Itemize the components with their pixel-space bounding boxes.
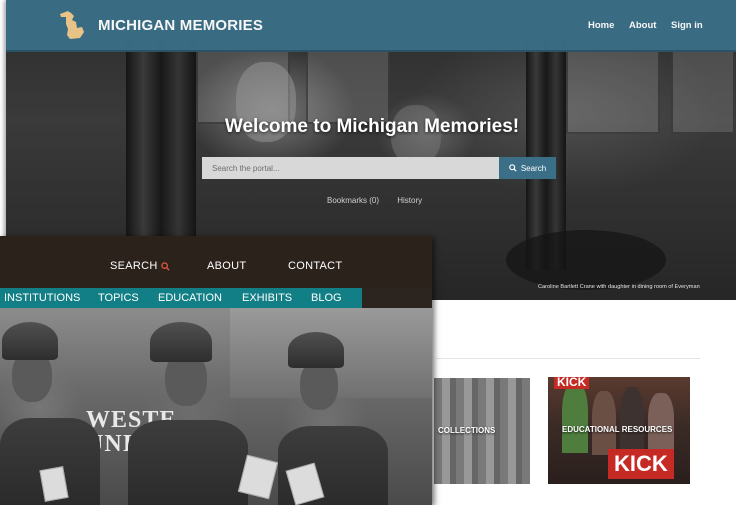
front-header: SEARCH ABOUT CONTACT (0, 236, 432, 288)
collections-card[interactable]: COLLECTIONS (434, 378, 530, 484)
search-button[interactable]: Search (499, 157, 556, 179)
kick-badge-small: KICK (554, 377, 590, 389)
photo-caption: Caroline Bartlett Crane with daughter in… (538, 284, 700, 290)
kick-badge-large: KICK (608, 449, 674, 479)
cap-shape (2, 322, 58, 360)
site-title[interactable]: MICHIGAN MEMORIES (98, 17, 263, 34)
nav-institutions[interactable]: INSTITUTIONS (4, 292, 80, 304)
person-shape (592, 391, 616, 455)
window-pane (306, 50, 390, 124)
bookmarks-link[interactable]: Bookmarks (0) (327, 196, 379, 205)
portal-search-input[interactable] (202, 157, 499, 179)
collections-card-label: COLLECTIONS (438, 426, 496, 435)
nav-sign-in[interactable]: Sign in (671, 20, 703, 31)
cap-shape (288, 332, 344, 368)
search-button-label: Search (520, 163, 547, 173)
person-shape (562, 383, 588, 453)
person-shape (648, 393, 674, 455)
sub-navbar: INSTITUTIONS TOPICS EDUCATION EXHIBITS B… (0, 288, 362, 308)
nav-search[interactable]: SEARCH (110, 260, 170, 272)
person-shape (620, 387, 644, 455)
section-divider (436, 358, 700, 359)
hero-photo: WESTE UNI (0, 308, 432, 505)
detroit-portal-window: SEARCH ABOUT CONTACT INSTITUTIONS TOPICS… (0, 236, 432, 505)
nav-about[interactable]: ABOUT (207, 260, 246, 272)
nav-about[interactable]: About (629, 20, 656, 31)
nav-home[interactable]: Home (588, 20, 614, 31)
welcome-heading: Welcome to Michigan Memories! (224, 116, 520, 137)
nav-topics[interactable]: TOPICS (98, 292, 139, 304)
search-icon (160, 261, 170, 271)
top-navbar: MICHIGAN MEMORIES Home About Sign in (6, 0, 736, 52)
hero-links: Bookmarks (0) History (327, 196, 438, 205)
nav-exhibits[interactable]: EXHIBITS (242, 292, 292, 304)
search-icon (509, 164, 517, 172)
educational-resources-label: EDUCATIONAL RESOURCES (562, 425, 673, 434)
nav-contact[interactable]: CONTACT (288, 260, 342, 272)
nav-education[interactable]: EDUCATION (158, 292, 222, 304)
person-body (128, 420, 248, 505)
educational-resources-card[interactable]: KICK EDUCATIONAL RESOURCES KICK (548, 377, 690, 484)
history-link[interactable]: History (397, 196, 422, 205)
nav-blog[interactable]: BLOG (311, 292, 342, 304)
table-shape (506, 230, 666, 290)
nav-search-label: SEARCH (110, 260, 158, 272)
cap-shape (150, 322, 212, 362)
michigan-map-icon[interactable] (58, 8, 92, 42)
